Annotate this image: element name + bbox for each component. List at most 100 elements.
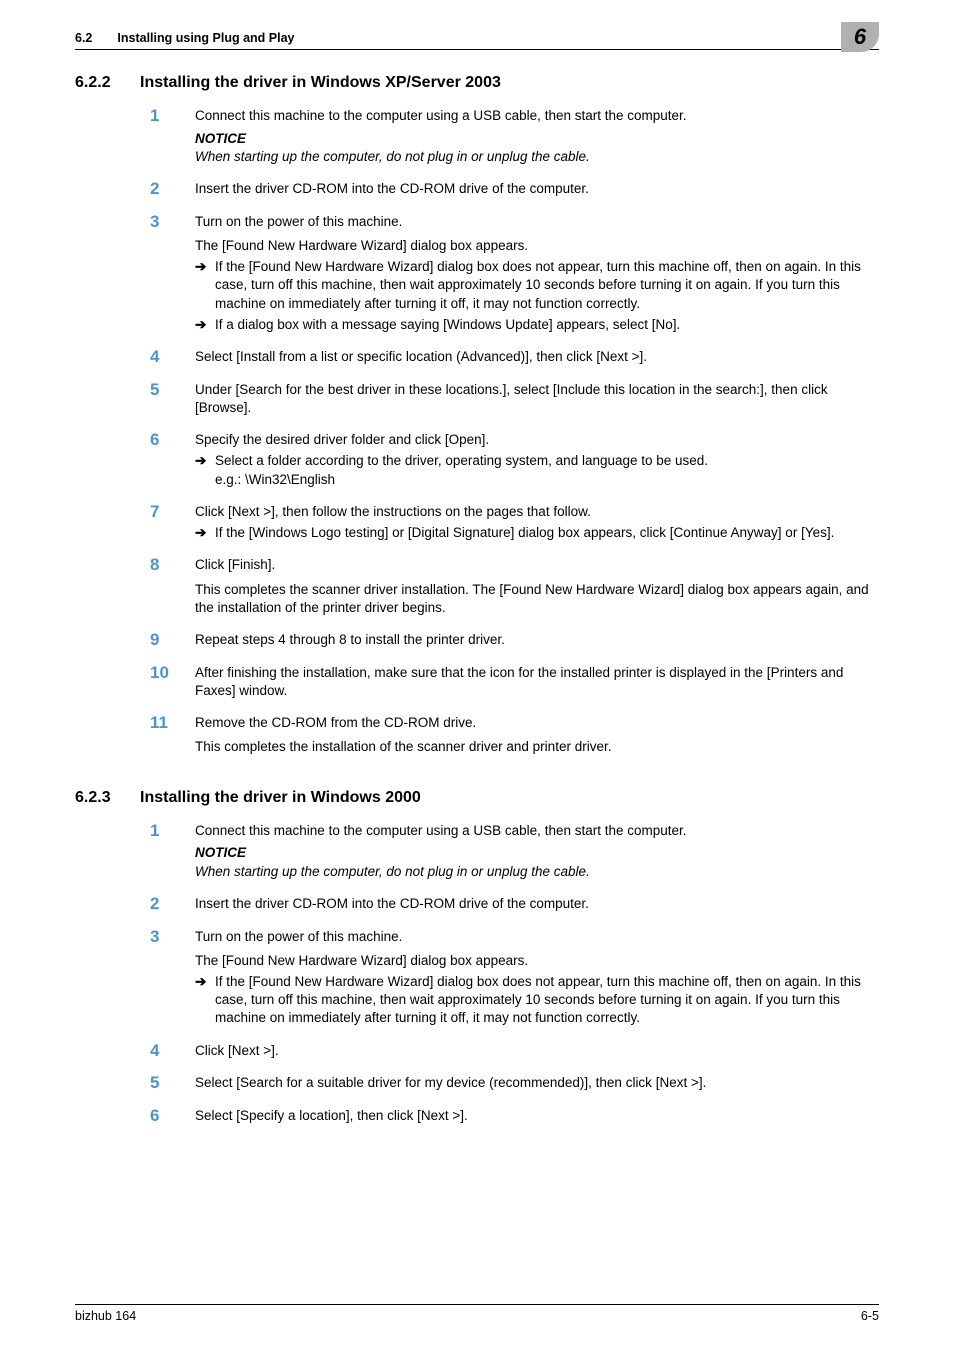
- step-content: Repeat steps 4 through 8 to install the …: [195, 631, 879, 650]
- step-number: 6: [140, 1107, 195, 1126]
- step-number: 4: [140, 348, 195, 367]
- step: 7Click [Next >], then follow the instruc…: [140, 503, 879, 542]
- step-number: 6: [140, 431, 195, 489]
- step-number: 9: [140, 631, 195, 650]
- step: 6Select [Specify a location], then click…: [140, 1107, 879, 1126]
- step-text: Turn on the power of this machine.: [195, 928, 879, 946]
- step-text: Select [Search for a suitable driver for…: [195, 1074, 879, 1092]
- arrow-icon: ➔: [195, 316, 215, 334]
- header-section-title: Installing using Plug and Play: [117, 30, 294, 47]
- step-content: Select [Install from a list or specific …: [195, 348, 879, 367]
- arrow-icon: ➔: [195, 973, 215, 1028]
- step-text: Insert the driver CD-ROM into the CD-ROM…: [195, 180, 879, 198]
- follow-text: The [Found New Hardware Wizard] dialog b…: [195, 952, 879, 970]
- step-content: Click [Finish]. This completes the scanne…: [195, 556, 879, 617]
- step-text: Connect this machine to the computer usi…: [195, 107, 879, 125]
- page-footer: bizhub 164 6-5: [75, 1304, 879, 1325]
- notice-label: NOTICE: [195, 844, 879, 862]
- step-content: Click [Next >].: [195, 1042, 879, 1061]
- step: 4Click [Next >].: [140, 1042, 879, 1061]
- step-text: Click [Next >], then follow the instruct…: [195, 503, 879, 521]
- step-text: Repeat steps 4 through 8 to install the …: [195, 631, 879, 649]
- step-content: Remove the CD-ROM from the CD-ROM drive.…: [195, 714, 879, 756]
- notice-body: When starting up the computer, do not pl…: [195, 148, 879, 166]
- step-text: Specify the desired driver folder and cl…: [195, 431, 879, 449]
- notice-label: NOTICE: [195, 130, 879, 148]
- step-content: Turn on the power of this machine. The [F…: [195, 213, 879, 334]
- sub-item: ➔If the [Windows Logo testing] or [Digit…: [195, 524, 879, 542]
- arrow-icon: ➔: [195, 258, 215, 313]
- step-number: 5: [140, 381, 195, 417]
- sub-text: If the [Found New Hardware Wizard] dialo…: [215, 258, 879, 313]
- section-title: Installing the driver in Windows 2000: [140, 787, 879, 809]
- section-623: 6.2.3 Installing the driver in Windows 2…: [75, 787, 879, 1126]
- step-text: After finishing the installation, make s…: [195, 664, 879, 700]
- sub-item: ➔If the [Found New Hardware Wizard] dial…: [195, 973, 879, 1028]
- section-number: 6.2.2: [75, 72, 140, 757]
- step-number: 10: [140, 664, 195, 700]
- step: 8Click [Finish]. This completes the scann…: [140, 556, 879, 617]
- header-section-number: 6.2: [75, 30, 92, 47]
- step-text: Select [Specify a location], then click …: [195, 1107, 879, 1125]
- follow-text: This completes the scanner driver instal…: [195, 581, 879, 617]
- step-text: Remove the CD-ROM from the CD-ROM drive.: [195, 714, 879, 732]
- step-text: Connect this machine to the computer usi…: [195, 822, 879, 840]
- step-number: 1: [140, 107, 195, 166]
- step-number: 4: [140, 1042, 195, 1061]
- step-content: Select [Specify a location], then click …: [195, 1107, 879, 1126]
- footer-page-number: 6-5: [861, 1308, 879, 1325]
- follow-text: The [Found New Hardware Wizard] dialog b…: [195, 237, 879, 255]
- step-number: 2: [140, 895, 195, 914]
- step: 1Connect this machine to the computer us…: [140, 822, 879, 881]
- step: 2Insert the driver CD-ROM into the CD-RO…: [140, 895, 879, 914]
- step: 10After finishing the installation, make…: [140, 664, 879, 700]
- step-text: Insert the driver CD-ROM into the CD-ROM…: [195, 895, 879, 913]
- page-header: 6.2 Installing using Plug and Play: [75, 30, 879, 50]
- sub-text: Select a folder according to the driver,…: [215, 452, 879, 488]
- arrow-icon: ➔: [195, 524, 215, 542]
- step-number: 5: [140, 1074, 195, 1093]
- step-content: Connect this machine to the computer usi…: [195, 107, 879, 166]
- step: 6Specify the desired driver folder and c…: [140, 431, 879, 489]
- sub-item: ➔If the [Found New Hardware Wizard] dial…: [195, 258, 879, 313]
- step: 2Insert the driver CD-ROM into the CD-RO…: [140, 180, 879, 199]
- section-number: 6.2.3: [75, 787, 140, 1126]
- follow-text: This completes the installation of the s…: [195, 738, 879, 756]
- step-text: Turn on the power of this machine.: [195, 213, 879, 231]
- step: 1Connect this machine to the computer us…: [140, 107, 879, 166]
- section-title: Installing the driver in Windows XP/Serv…: [140, 72, 879, 94]
- sub-text: If a dialog box with a message saying [W…: [215, 316, 879, 334]
- step: 4Select [Install from a list or specific…: [140, 348, 879, 367]
- step: 5Select [Search for a suitable driver fo…: [140, 1074, 879, 1093]
- notice-body: When starting up the computer, do not pl…: [195, 863, 879, 881]
- step-text: Click [Finish].: [195, 556, 879, 574]
- sub-text: If the [Windows Logo testing] or [Digita…: [215, 524, 879, 542]
- step-number: 3: [140, 213, 195, 334]
- arrow-icon: ➔: [195, 452, 215, 488]
- step-content: Connect this machine to the computer usi…: [195, 822, 879, 881]
- step-number: 7: [140, 503, 195, 542]
- step: 3Turn on the power of this machine. The […: [140, 213, 879, 334]
- step-number: 8: [140, 556, 195, 617]
- step-number: 2: [140, 180, 195, 199]
- step-content: Click [Next >], then follow the instruct…: [195, 503, 879, 542]
- section-622: 6.2.2 Installing the driver in Windows X…: [75, 72, 879, 757]
- step: 11Remove the CD-ROM from the CD-ROM driv…: [140, 714, 879, 756]
- step-text: Under [Search for the best driver in the…: [195, 381, 879, 417]
- sub-text: If the [Found New Hardware Wizard] dialo…: [215, 973, 879, 1028]
- step-text: Select [Install from a list or specific …: [195, 348, 879, 366]
- step-content: Insert the driver CD-ROM into the CD-ROM…: [195, 180, 879, 199]
- step-content: Insert the driver CD-ROM into the CD-ROM…: [195, 895, 879, 914]
- step-number: 11: [140, 714, 195, 756]
- step-content: Under [Search for the best driver in the…: [195, 381, 879, 417]
- step-content: After finishing the installation, make s…: [195, 664, 879, 700]
- step: 5Under [Search for the best driver in th…: [140, 381, 879, 417]
- sub-item: ➔Select a folder according to the driver…: [195, 452, 879, 488]
- step-content: Turn on the power of this machine. The [F…: [195, 928, 879, 1028]
- step: 9Repeat steps 4 through 8 to install the…: [140, 631, 879, 650]
- step-number: 3: [140, 928, 195, 1028]
- step-number: 1: [140, 822, 195, 881]
- step-content: Specify the desired driver folder and cl…: [195, 431, 879, 489]
- step-text: Click [Next >].: [195, 1042, 879, 1060]
- footer-model: bizhub 164: [75, 1308, 136, 1325]
